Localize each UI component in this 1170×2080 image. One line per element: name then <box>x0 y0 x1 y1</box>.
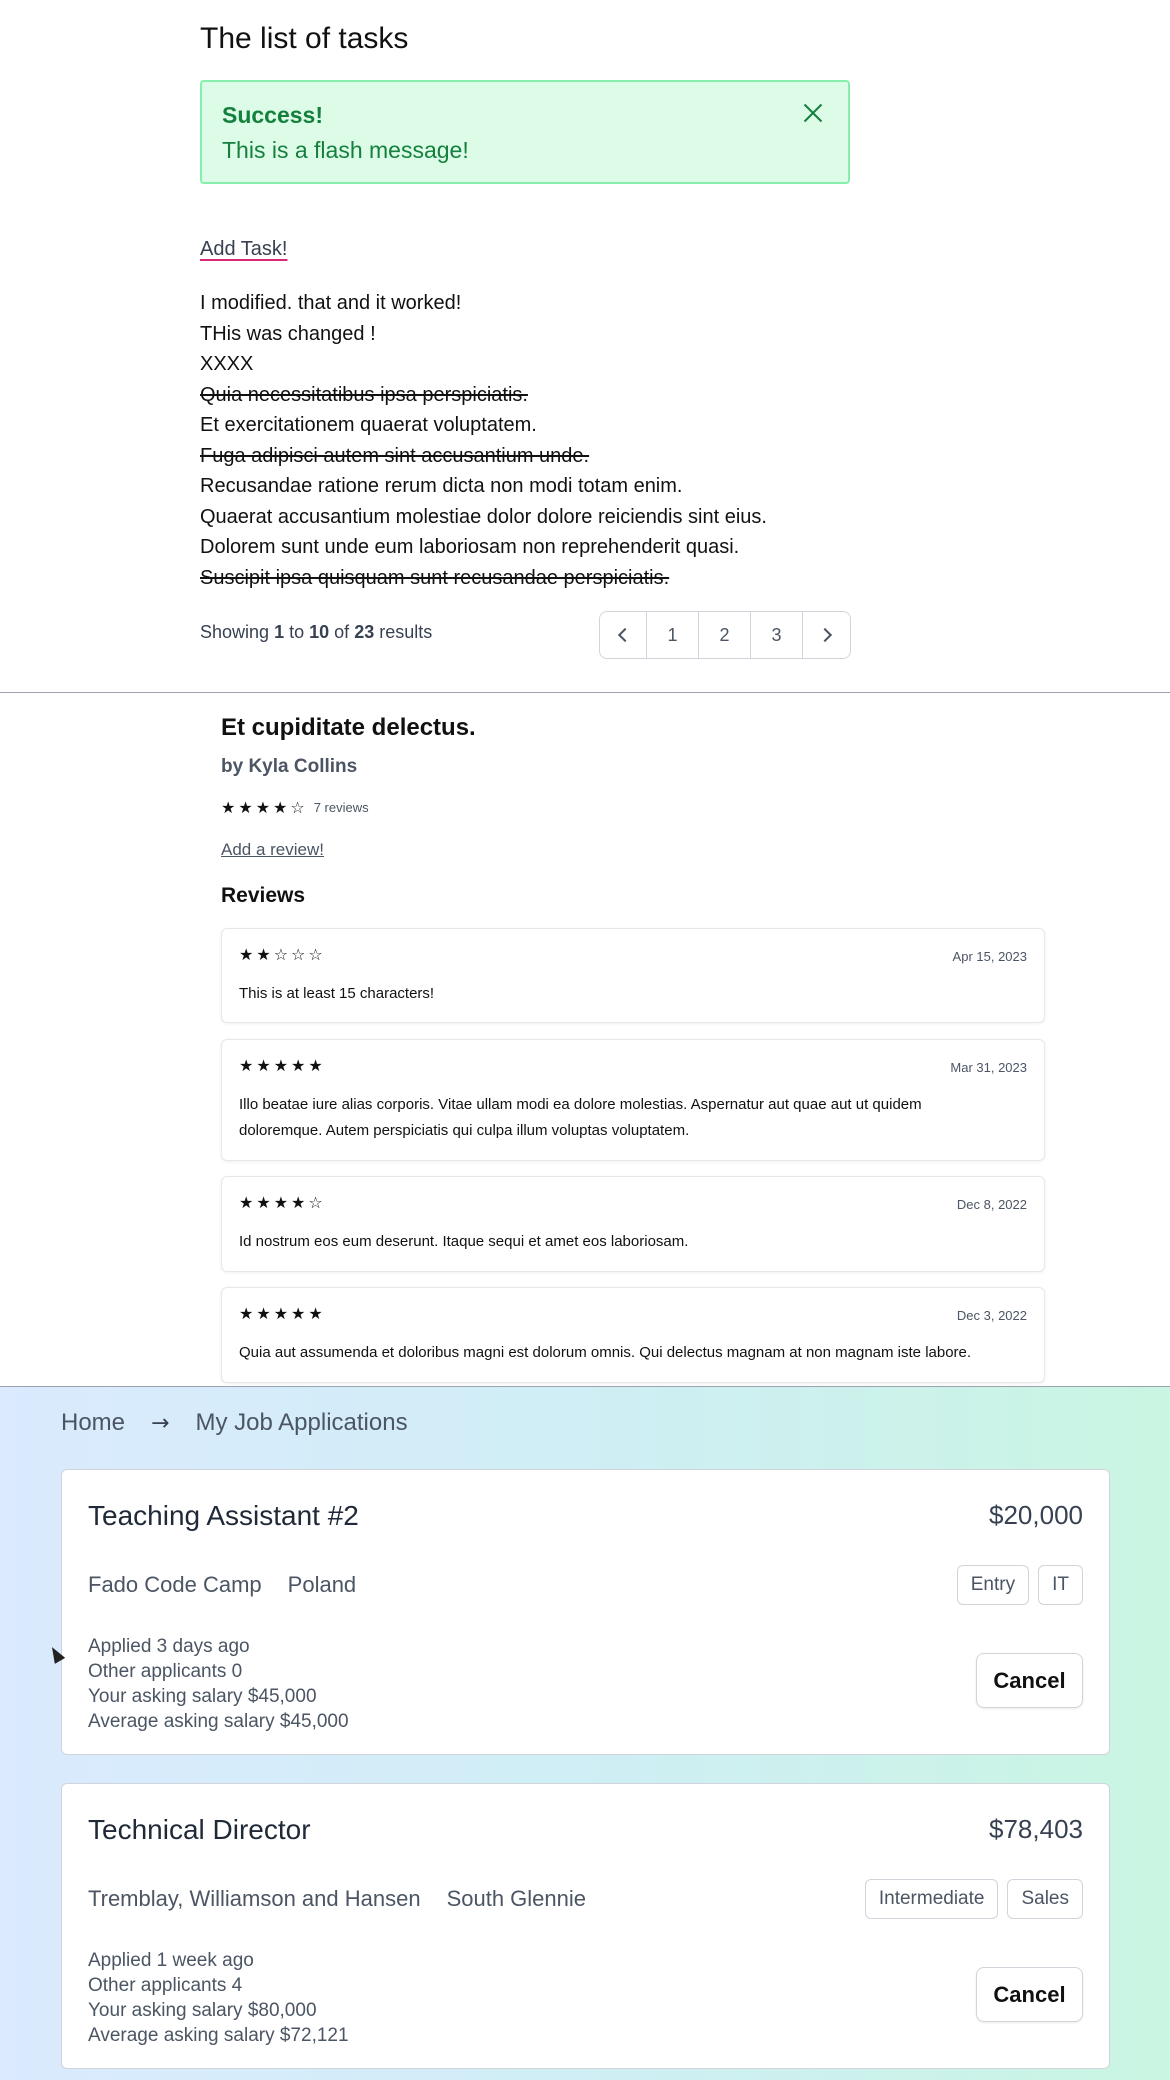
review-text: This is at least 15 characters! <box>239 985 435 1002</box>
showing-results-word: results <box>379 622 433 642</box>
book-rating: ★★★★☆ 7 reviews <box>221 798 369 817</box>
book-title: Et cupiditate delectus. <box>221 714 476 741</box>
showing-to-word: to <box>289 622 305 642</box>
review-date: Mar 31, 2023 <box>950 1060 1027 1075</box>
task-item[interactable]: Quaerat accusantium molestiae dolor dolo… <box>200 502 767 533</box>
flash-title: Success! <box>222 102 324 128</box>
cancel-application-button[interactable]: Cancel <box>976 1653 1083 1708</box>
job-meta: Tremblay, Williamson and Hansen South Gl… <box>88 1886 586 1912</box>
task-item[interactable]: THis was changed ! <box>200 319 767 350</box>
add-review-link[interactable]: Add a review! <box>221 840 324 860</box>
page-title: The list of tasks <box>200 22 409 55</box>
task-item[interactable]: Fuga adipisci autem sint accusantium und… <box>200 441 767 472</box>
reviews-heading: Reviews <box>221 884 306 907</box>
showing-from: 1 <box>274 622 285 642</box>
chevron-right-icon <box>817 627 832 643</box>
average-asking-salary: Average asking salary $45,000 <box>88 1711 349 1732</box>
average-asking-salary: Average asking salary $72,121 <box>88 2025 349 2046</box>
task-item[interactable]: Quia necessitatibus ipsa perspiciatis. <box>200 380 767 411</box>
review-card: ★★★★★ Dec 3, 2022 Quia aut assumenda et … <box>221 1287 1045 1383</box>
page-button-2[interactable]: 2 <box>699 612 751 658</box>
job-location: Poland <box>287 1572 357 1597</box>
flash-message: Success! This is a flash message! <box>200 80 850 184</box>
job-tags: Intermediate Sales <box>856 1879 1083 1919</box>
category-tag: Sales <box>1007 1879 1083 1919</box>
star-icon: ★★★★★ <box>239 1056 326 1075</box>
breadcrumb-home-link[interactable]: Home <box>61 1409 125 1437</box>
job-location: South Glennie <box>446 1886 587 1911</box>
job-title: Technical Director <box>88 1814 311 1845</box>
review-date: Dec 8, 2022 <box>956 1197 1027 1212</box>
other-applicants: Other applicants 0 <box>88 1661 243 1682</box>
breadcrumb: Home → My Job Applications <box>61 1409 408 1437</box>
application-stats: Applied 3 days ago Other applicants 0 Yo… <box>88 1634 349 1734</box>
showing-prefix: Showing <box>200 622 270 642</box>
showing-total: 23 <box>354 622 375 642</box>
applied-time: Applied 1 week ago <box>88 1950 254 1971</box>
star-icon: ★★★★☆ <box>239 1193 326 1212</box>
task-item[interactable]: XXXX <box>200 349 767 380</box>
arrow-right-icon: → <box>151 1410 170 1436</box>
star-icon: ★★★★☆ <box>221 798 308 817</box>
star-icon: ★★☆☆☆ <box>239 945 326 964</box>
job-applications-section: Home → My Job Applications Teaching Assi… <box>0 1386 1170 2080</box>
task-item[interactable]: Suscipit ipsa quisquam sunt recusandae p… <box>200 563 767 594</box>
review-count: 7 reviews <box>313 800 369 815</box>
review-card: ★★★★★ Mar 31, 2023 Illo beatae iure alia… <box>221 1039 1045 1161</box>
job-company: Tremblay, Williamson and Hansen <box>88 1886 421 1911</box>
book-author: by Kyla Collins <box>221 756 358 777</box>
job-salary: $20,000 <box>989 1500 1083 1530</box>
job-application-card: Technical Director $78,403 Tremblay, Wil… <box>61 1783 1110 2069</box>
task-item[interactable]: Et exercitationem quaerat voluptatem. <box>200 410 767 441</box>
review-card: ★★★★☆ Dec 8, 2022 Id nostrum eos eum des… <box>221 1176 1045 1272</box>
chevron-left-icon <box>617 627 633 643</box>
breadcrumb-current: My Job Applications <box>195 1409 408 1436</box>
pagination: 1 2 3 <box>599 611 851 659</box>
flash-text: This is a flash message! <box>222 137 469 163</box>
pagination-summary: Showing 1 to 10 of 23 results <box>200 622 432 643</box>
star-icon: ★★★★★ <box>239 1304 326 1323</box>
review-date: Dec 3, 2022 <box>956 1308 1027 1323</box>
experience-tag: Entry <box>956 1565 1030 1605</box>
job-company: Fado Code Camp <box>88 1572 262 1597</box>
job-salary: $78,403 <box>989 1814 1083 1844</box>
review-text: Illo beatae iure alias corporis. Vitae u… <box>239 1096 922 1139</box>
task-list: I modified. that and it worked! THis was… <box>200 288 767 593</box>
job-application-card: Teaching Assistant #2 $20,000 Fado Code … <box>61 1469 1110 1755</box>
task-item[interactable]: I modified. that and it worked! <box>200 288 767 319</box>
review-date: Apr 15, 2023 <box>952 949 1027 964</box>
experience-tag: Intermediate <box>864 1879 999 1919</box>
job-tags: Entry IT <box>948 1565 1083 1605</box>
page-button-3[interactable]: 3 <box>751 612 803 658</box>
review-text: Id nostrum eos eum deserunt. Itaque sequ… <box>239 1233 689 1250</box>
showing-to: 10 <box>309 622 330 642</box>
your-asking-salary: Your asking salary $45,000 <box>88 1686 317 1707</box>
applied-time: Applied 3 days ago <box>88 1636 250 1657</box>
other-applicants: Other applicants 4 <box>88 1975 243 1996</box>
job-meta: Fado Code Camp Poland <box>88 1572 356 1598</box>
task-item[interactable]: Dolorem sunt unde eum laboriosam non rep… <box>200 532 767 563</box>
application-stats: Applied 1 week ago Other applicants 4 Yo… <box>88 1948 349 2048</box>
previous-page-button[interactable] <box>600 612 647 658</box>
close-icon[interactable] <box>800 100 826 126</box>
your-asking-salary: Your asking salary $80,000 <box>88 2000 317 2021</box>
review-card: ★★☆☆☆ Apr 15, 2023 This is at least 15 c… <box>221 928 1045 1023</box>
review-text: Quia aut assumenda et doloribus magni es… <box>239 1344 972 1361</box>
category-tag: IT <box>1038 1565 1083 1605</box>
book-section: Et cupiditate delectus. by Kyla Collins … <box>0 694 1170 1386</box>
cancel-application-button[interactable]: Cancel <box>976 1967 1083 2022</box>
next-page-button[interactable] <box>803 612 850 658</box>
task-item[interactable]: Recusandae ratione rerum dicta non modi … <box>200 471 767 502</box>
add-task-link[interactable]: Add Task! <box>200 238 287 261</box>
tasks-section: The list of tasks Success! This is a fla… <box>0 0 1170 693</box>
job-title: Teaching Assistant #2 <box>88 1500 359 1531</box>
page-button-1[interactable]: 1 <box>647 612 699 658</box>
showing-of-word: of <box>334 622 350 642</box>
